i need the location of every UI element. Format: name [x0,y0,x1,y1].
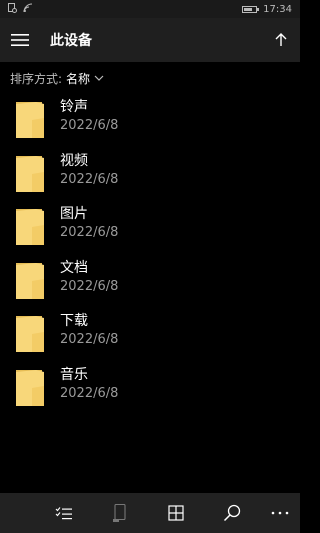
status-bar: 17:34 [0,0,300,18]
folder-name: 视频 [60,152,88,169]
folder-name: 下载 [60,313,88,329]
folder-icon [16,102,44,138]
wifi-icon [23,3,34,16]
folder-icon [16,209,44,245]
sort-value: 名称 [66,71,91,86]
header-bar: 此设备 [0,18,300,62]
folder-date: 2022/6/8 [60,118,119,133]
folder-icon [16,316,44,352]
search-icon [223,504,241,522]
hamburger-icon [11,34,29,46]
folder-date: 2022/6/8 [60,225,119,240]
up-folder-button[interactable] [262,18,300,62]
folder-item[interactable]: 下载 2022/6/8 [0,312,300,366]
clock: 17:34 [263,3,292,15]
folder-name: 铃声 [60,99,88,115]
notification-icon [8,2,17,16]
folder-list: 铃声 2022/6/8 视频 2022/6/8 图片 2022/6/8 文档 2022/6/8… [0,98,300,419]
device-button[interactable] [92,493,148,533]
more-button[interactable] [260,493,300,533]
page-title: 此设备 [50,33,92,49]
sort-label: 排序方式: [10,71,63,86]
chevron-down-icon [94,75,104,81]
folder-date: 2022/6/8 [60,332,119,347]
folder-name: 音乐 [60,366,88,383]
menu-button[interactable] [0,18,40,62]
folder-date: 2022/6/8 [60,385,119,401]
battery-icon [242,5,260,13]
folder-icon [16,155,44,192]
select-icon [55,507,72,520]
folder-date: 2022/6/8 [60,278,119,294]
folder-icon [16,262,44,299]
select-button[interactable] [36,493,92,533]
folder-date: 2022/6/8 [60,171,119,187]
sort-selector[interactable]: 排序方式: 名称 [10,68,104,88]
folder-item[interactable]: 文档 2022/6/8 [0,259,300,313]
folder-item[interactable]: 图片 2022/6/8 [0,205,300,259]
device-icon [113,504,126,522]
more-icon [271,511,289,515]
folder-item[interactable]: 视频 2022/6/8 [0,152,300,206]
grid-view-button[interactable] [148,493,204,533]
arrow-up-icon [275,33,287,46]
folder-name: 文档 [60,259,88,276]
folder-icon [16,369,44,406]
folder-name: 图片 [60,206,88,222]
folder-item[interactable]: 音乐 2022/6/8 [0,366,300,420]
grid-view-icon [168,505,184,521]
app-bar [0,493,300,533]
folder-item[interactable]: 铃声 2022/6/8 [0,98,300,152]
search-button[interactable] [204,493,260,533]
